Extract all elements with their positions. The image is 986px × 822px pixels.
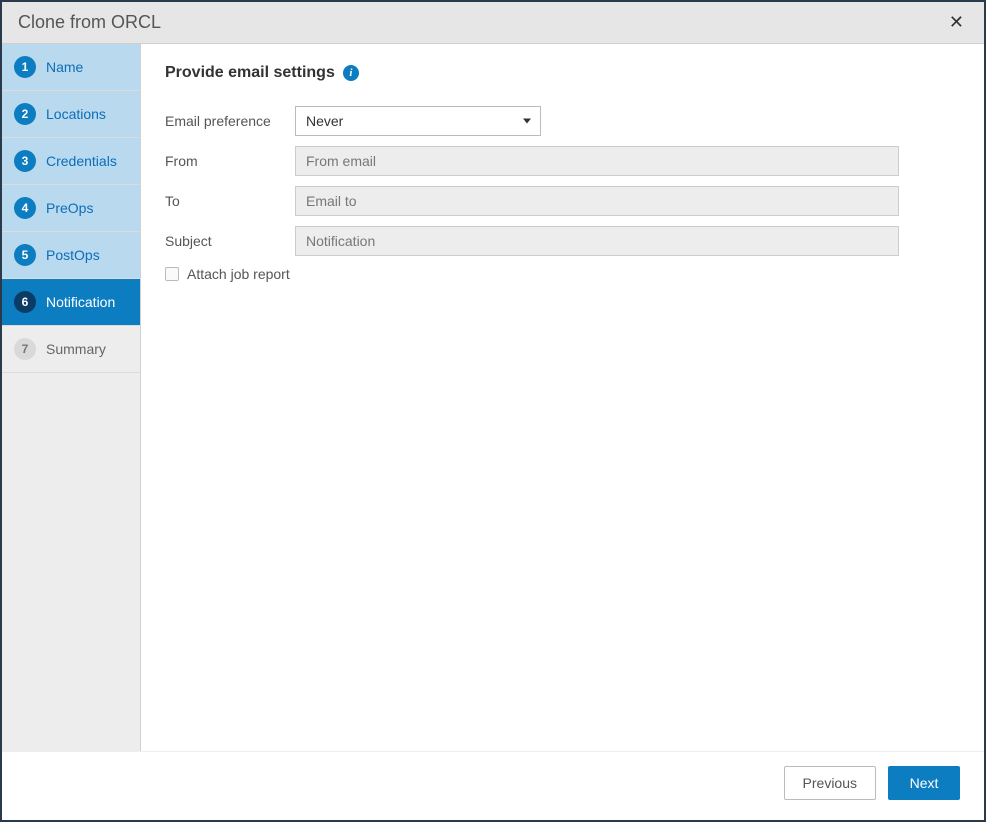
step-number: 1: [14, 56, 36, 78]
dialog-footer: Previous Next: [2, 751, 984, 820]
row-subject: Subject: [165, 226, 960, 256]
step-number: 5: [14, 244, 36, 266]
label-email-preference: Email preference: [165, 113, 295, 129]
dialog-header: Clone from ORCL ✕: [2, 2, 984, 44]
page-heading: Provide email settings i: [165, 64, 960, 82]
attach-report-label: Attach job report: [187, 266, 290, 282]
info-icon[interactable]: i: [343, 65, 359, 81]
wizard-step-postops[interactable]: 5 PostOps: [2, 232, 140, 279]
wizard-sidebar: 1 Name 2 Locations 3 Credentials 4 PreOp…: [2, 44, 140, 751]
wizard-step-credentials[interactable]: 3 Credentials: [2, 138, 140, 185]
from-email-input[interactable]: [295, 146, 899, 176]
label-to: To: [165, 193, 295, 209]
step-label: Credentials: [46, 153, 117, 169]
attach-report-checkbox[interactable]: [165, 267, 179, 281]
step-label: PostOps: [46, 247, 100, 263]
step-label: Notification: [46, 294, 115, 310]
label-from: From: [165, 153, 295, 169]
close-icon: ✕: [949, 12, 964, 32]
wizard-step-locations[interactable]: 2 Locations: [2, 91, 140, 138]
chevron-down-icon: [523, 119, 531, 124]
row-attach-report: Attach job report: [165, 266, 960, 282]
wizard-step-name[interactable]: 1 Name: [2, 44, 140, 91]
row-to: To: [165, 186, 960, 216]
dialog-title: Clone from ORCL: [18, 12, 161, 33]
step-number: 3: [14, 150, 36, 172]
wizard-step-summary[interactable]: 7 Summary: [2, 326, 140, 373]
next-button[interactable]: Next: [888, 766, 960, 800]
email-preference-value: Never: [306, 113, 343, 129]
subject-input[interactable]: [295, 226, 899, 256]
step-label: Name: [46, 59, 83, 75]
wizard-step-notification[interactable]: 6 Notification: [2, 279, 140, 326]
step-label: PreOps: [46, 200, 93, 216]
step-number: 6: [14, 291, 36, 313]
step-number: 7: [14, 338, 36, 360]
step-label: Summary: [46, 341, 106, 357]
previous-button[interactable]: Previous: [784, 766, 876, 800]
main-panel: Provide email settings i Email preferenc…: [140, 44, 984, 751]
row-email-preference: Email preference Never: [165, 106, 960, 136]
label-subject: Subject: [165, 233, 295, 249]
dialog-body: 1 Name 2 Locations 3 Credentials 4 PreOp…: [2, 44, 984, 751]
step-number: 4: [14, 197, 36, 219]
email-preference-select[interactable]: Never: [295, 106, 541, 136]
clone-dialog: Clone from ORCL ✕ 1 Name 2 Locations 3 C…: [2, 2, 984, 820]
wizard-step-preops[interactable]: 4 PreOps: [2, 185, 140, 232]
step-label: Locations: [46, 106, 106, 122]
row-from: From: [165, 146, 960, 176]
page-title: Provide email settings: [165, 64, 335, 82]
close-button[interactable]: ✕: [945, 12, 968, 33]
to-email-input[interactable]: [295, 186, 899, 216]
step-number: 2: [14, 103, 36, 125]
